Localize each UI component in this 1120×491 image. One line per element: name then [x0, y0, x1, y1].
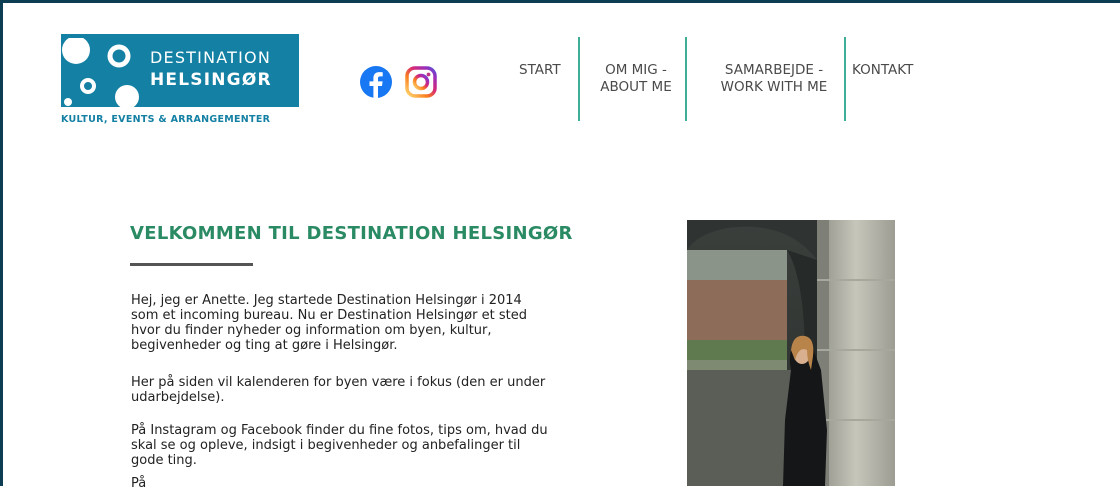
social-paragraph: På Instagram og Facebook finder du fine …	[131, 423, 548, 468]
calendar-paragraph: Her på siden vil kalenderen for byen vær…	[131, 375, 546, 405]
instagram-link[interactable]	[405, 66, 437, 102]
nav-start[interactable]: START	[519, 62, 561, 79]
profile-photo	[687, 220, 895, 486]
title-underline	[130, 263, 253, 266]
nav-kontakt[interactable]: KONTAKT	[852, 62, 913, 79]
facebook-icon	[360, 66, 392, 99]
logo-line-1: DESTINATION	[150, 48, 272, 67]
nav-om-mig-line-1: OM MIG -	[605, 62, 667, 78]
next-paragraph: På	[131, 476, 147, 491]
nav-divider	[844, 37, 846, 121]
nav-divider	[578, 37, 580, 121]
logo-tagline: KULTUR, EVENTS & ARRANGEMENTER	[61, 114, 271, 125]
facebook-link[interactable]	[360, 66, 392, 102]
logo-line-2: HELSINGØR	[150, 70, 272, 90]
nav-divider	[685, 37, 687, 121]
nav-samarbejde[interactable]: SAMARBEJDE - WORK WITH ME	[715, 62, 833, 96]
nav-samarbejde-line-1: SAMARBEJDE -	[724, 62, 824, 78]
intro-paragraph: Hej, jeg er Anette. Jeg startede Destina…	[131, 293, 527, 353]
nav-om-mig-line-2: ABOUT ME	[600, 79, 672, 95]
page-title: VELKOMMEN TIL DESTINATION HELSINGØR	[130, 223, 573, 244]
nav-samarbejde-line-2: WORK WITH ME	[720, 79, 828, 95]
site-logo[interactable]: DESTINATION HELSINGØR KULTUR, EVENTS & A…	[61, 34, 303, 130]
nav-om-mig[interactable]: OM MIG - ABOUT ME	[598, 62, 674, 96]
instagram-icon	[405, 66, 437, 98]
